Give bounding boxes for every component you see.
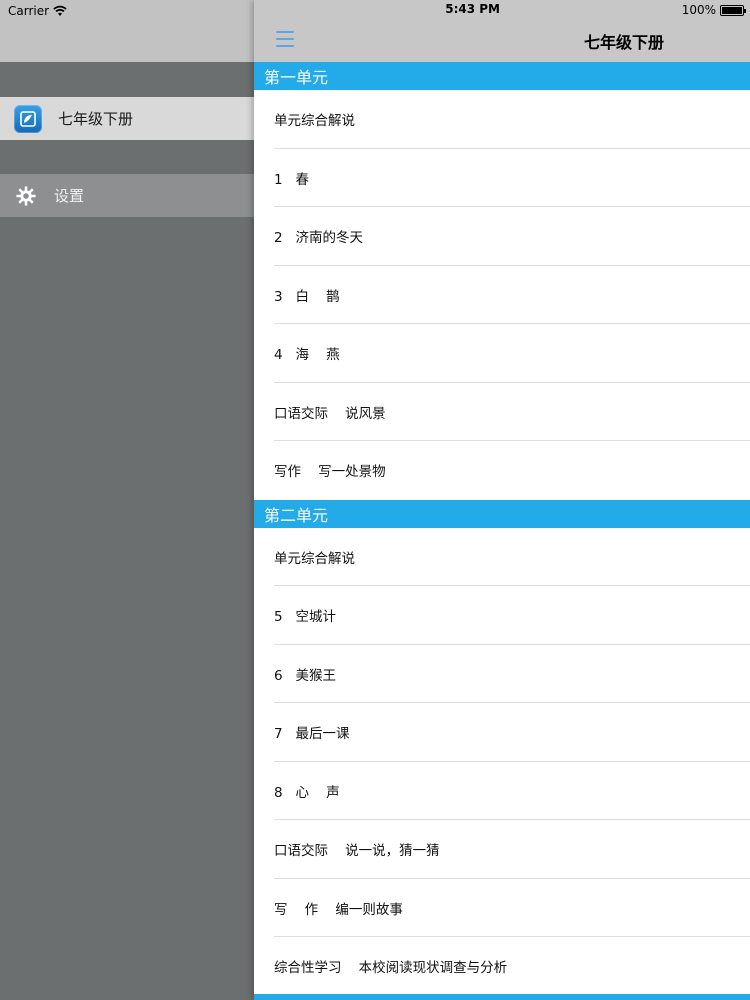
status-carrier: Carrier: [8, 2, 67, 20]
list-item[interactable]: 5 空城计: [254, 586, 750, 645]
main-panel: 5:43 PM 100% 七年级下册 第一单元 单元综合解说 1 春 2 济南的…: [254, 0, 750, 1000]
sidebar: Carrier 七年级下册 设置: [0, 0, 254, 1000]
navigation-bar: 5:43 PM 100% 七年级下册: [254, 0, 750, 62]
sidebar-item-settings[interactable]: 设置: [0, 174, 254, 217]
list-item[interactable]: 口语交际 说风景: [254, 383, 750, 442]
section-header: 第二单元: [254, 499, 750, 528]
list-item[interactable]: 2 济南的冬天: [254, 207, 750, 266]
list-item[interactable]: 单元综合解说: [254, 528, 750, 587]
gear-icon: [14, 184, 38, 208]
status-battery: 100%: [681, 2, 746, 18]
status-time: 5:43 PM: [445, 2, 500, 16]
list-item[interactable]: 口语交际 说一说，猜一猜: [254, 820, 750, 879]
sidebar-top-bar: Carrier: [0, 0, 254, 62]
list-item[interactable]: 3 白 鹊: [254, 266, 750, 325]
wifi-icon: [53, 5, 67, 16]
list-item[interactable]: 写作 写一处景物: [254, 441, 750, 500]
section-header: 第一单元: [254, 62, 750, 90]
list-item[interactable]: 7 最后一课: [254, 703, 750, 762]
book-app-icon: [14, 104, 42, 133]
sidebar-item-label: 设置: [54, 187, 85, 205]
list-item[interactable]: 单元综合解说: [254, 90, 750, 149]
battery-icon: [720, 4, 746, 16]
sidebar-item-label: 七年级下册: [58, 110, 134, 128]
list-item[interactable]: 6 美猴王: [254, 645, 750, 704]
lesson-list: 第一单元 单元综合解说 1 春 2 济南的冬天 3 白 鹊 4 海 燕 口语交际…: [254, 62, 750, 996]
list-item[interactable]: 综合性学习 本校阅读现状调查与分析: [254, 937, 750, 996]
sidebar-item-book[interactable]: 七年级下册: [0, 97, 254, 140]
carrier-label: Carrier: [8, 4, 50, 18]
list-item[interactable]: 8 心 声: [254, 762, 750, 821]
list-item[interactable]: 4 海 燕: [254, 324, 750, 383]
page-title: 七年级下册: [584, 33, 665, 52]
next-section-edge: [254, 994, 750, 1000]
list-item[interactable]: 1 春: [254, 149, 750, 208]
list-item[interactable]: 写 作 编一则故事: [254, 879, 750, 938]
hamburger-menu-icon[interactable]: [276, 31, 294, 47]
battery-percent: 100%: [681, 3, 716, 17]
